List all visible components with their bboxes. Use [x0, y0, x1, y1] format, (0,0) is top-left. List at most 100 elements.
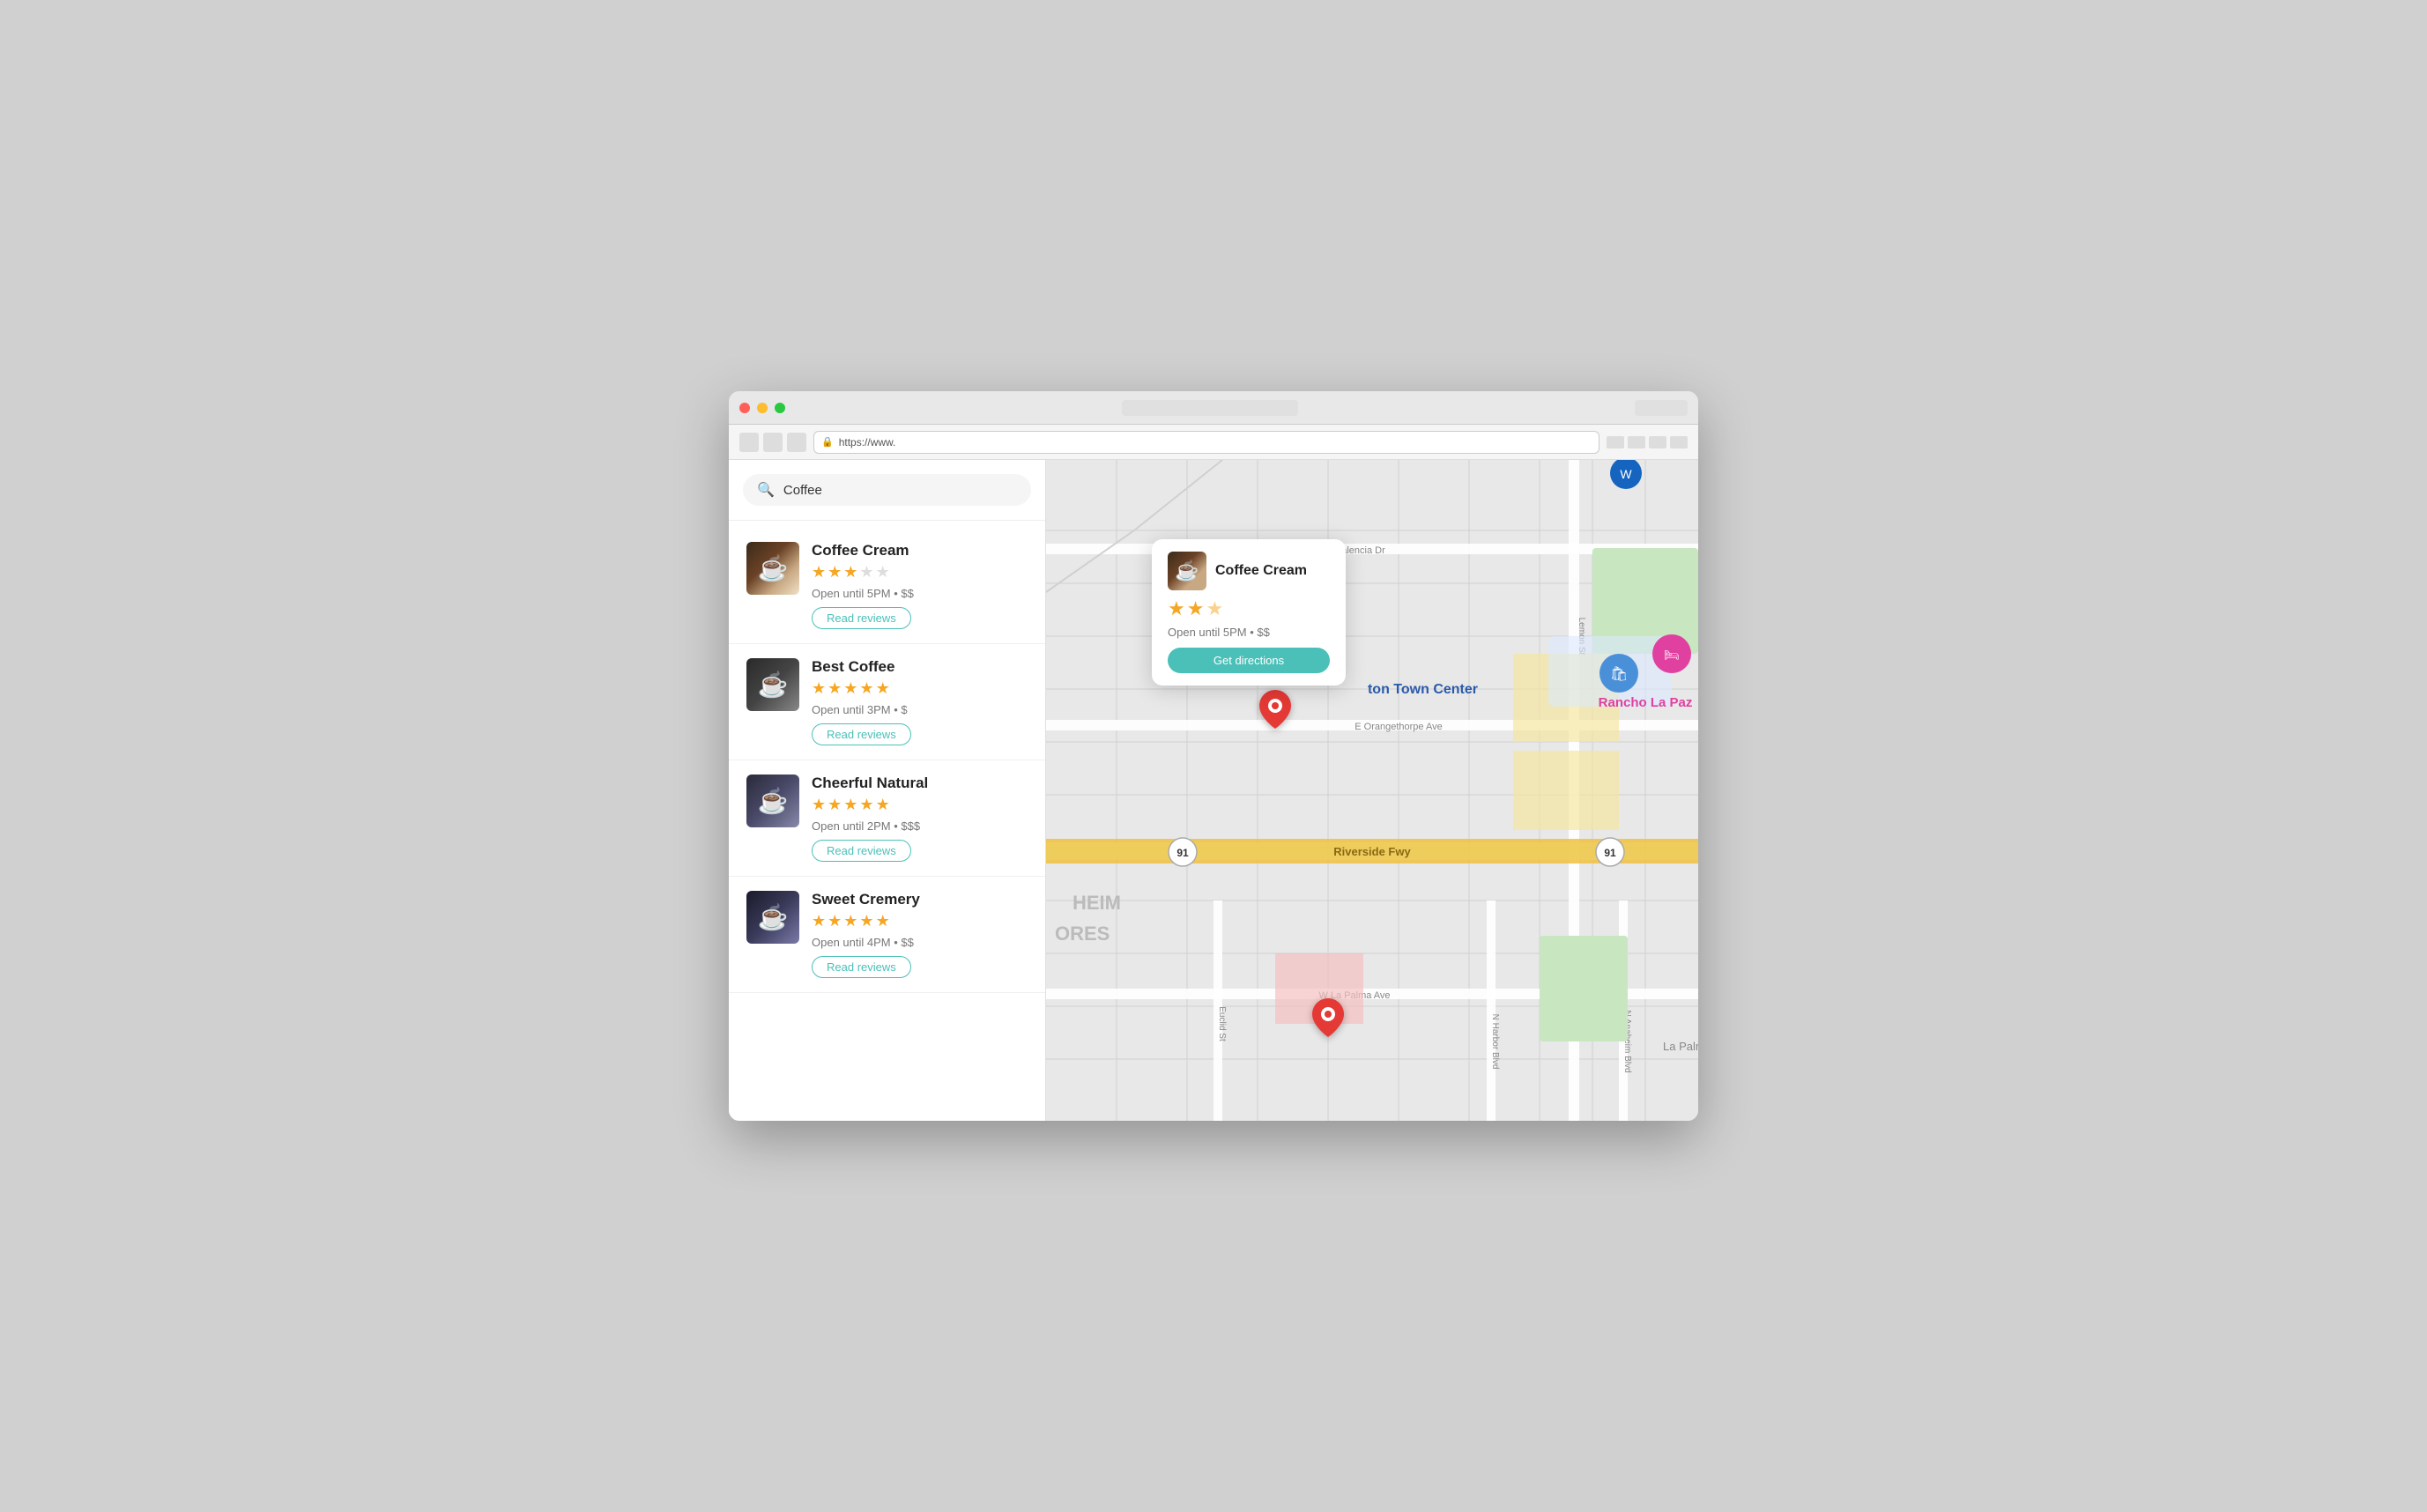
result-info: Sweet Cremery ★ ★ ★ ★ ★ Open until 4PM •…: [812, 891, 1028, 978]
minimize-button[interactable]: [757, 403, 768, 413]
svg-text:91: 91: [1604, 847, 1616, 859]
svg-text:🛍: 🛍: [1610, 666, 1628, 682]
star-2: ★: [828, 796, 842, 814]
svg-text:Euclid St: Euclid St: [1217, 1006, 1227, 1041]
popup-meta: Open until 5PM • $$: [1168, 626, 1330, 639]
close-button[interactable]: [739, 403, 750, 413]
result-name: Sweet Cremery: [812, 891, 1028, 908]
bookmark-button[interactable]: [1628, 436, 1645, 448]
star-2: ★: [828, 563, 842, 582]
read-reviews-button[interactable]: Read reviews: [812, 607, 911, 629]
list-item[interactable]: Cheerful Natural ★ ★ ★ ★ ★ Open until 2P…: [729, 760, 1045, 877]
svg-text:HEIM: HEIM: [1072, 892, 1121, 914]
result-name: Cheerful Natural: [812, 775, 1028, 792]
lock-icon: 🔒: [821, 436, 834, 448]
nav-buttons: [739, 433, 806, 452]
svg-text:La Palma: La Palma: [1663, 1040, 1698, 1053]
star-1: ★: [812, 563, 826, 582]
result-thumbnail: [746, 658, 799, 711]
svg-text:N Harbor Blvd: N Harbor Blvd: [1490, 1014, 1500, 1070]
result-meta: Open until 3PM • $: [812, 703, 1028, 716]
popup-header: Coffee Cream: [1168, 552, 1330, 590]
star-4: ★: [859, 796, 873, 814]
svg-text:W: W: [1620, 467, 1632, 481]
get-directions-button[interactable]: Get directions: [1168, 648, 1330, 673]
tab-button[interactable]: [1649, 436, 1666, 448]
star-3: ★: [843, 563, 857, 582]
popup-star-3: ★: [1206, 597, 1223, 620]
result-thumbnail: [746, 775, 799, 827]
share-button[interactable]: [1607, 436, 1624, 448]
star-rating: ★ ★ ★ ★ ★: [812, 679, 1028, 698]
star-1: ★: [812, 796, 826, 814]
star-rating: ★ ★ ★ ★ ★: [812, 563, 1028, 582]
map-popup: Coffee Cream ★ ★ ★ Open until 5PM • $$ G…: [1152, 539, 1346, 686]
search-input-wrap[interactable]: 🔍: [743, 474, 1031, 506]
svg-text:91: 91: [1176, 847, 1189, 859]
map-pin-2[interactable]: [1312, 998, 1344, 1041]
svg-text:ton Town Center: ton Town Center: [1368, 682, 1478, 697]
star-5: ★: [876, 679, 890, 698]
read-reviews-button[interactable]: Read reviews: [812, 723, 911, 745]
read-reviews-button[interactable]: Read reviews: [812, 840, 911, 862]
result-name: Coffee Cream: [812, 542, 1028, 560]
result-thumbnail: [746, 891, 799, 944]
result-meta: Open until 2PM • $$$: [812, 819, 1028, 833]
star-3: ★: [843, 912, 857, 930]
star-2: ★: [828, 679, 842, 698]
map-area: W Valencia Dr E Orangethorpe Ave Lemon S…: [1046, 460, 1698, 1121]
read-reviews-button[interactable]: Read reviews: [812, 956, 911, 978]
search-icon: 🔍: [757, 481, 775, 499]
result-thumbnail: [746, 542, 799, 595]
result-meta: Open until 5PM • $$: [812, 587, 1028, 600]
browser-window: 🔒 https://www. 🔍: [729, 391, 1698, 1121]
star-4: ★: [859, 563, 873, 582]
browser-content: 🔍 Coffee Cream ★ ★ ★ ★ ★: [729, 460, 1698, 1121]
svg-text:Rancho La Paz: Rancho La Paz: [1599, 695, 1693, 710]
star-3: ★: [843, 679, 857, 698]
popup-name: Coffee Cream: [1215, 563, 1307, 579]
search-input[interactable]: [783, 483, 1017, 498]
svg-text:ORES: ORES: [1055, 923, 1110, 945]
browser-controls: [1607, 436, 1688, 448]
browser-titlebar: [729, 391, 1698, 425]
star-5: ★: [876, 912, 890, 930]
star-rating: ★ ★ ★ ★ ★: [812, 912, 1028, 930]
result-info: Cheerful Natural ★ ★ ★ ★ ★ Open until 2P…: [812, 775, 1028, 862]
star-4: ★: [859, 679, 873, 698]
result-name: Best Coffee: [812, 658, 1028, 676]
menu-button[interactable]: [1670, 436, 1688, 448]
map-pin-1[interactable]: [1259, 690, 1291, 733]
star-2: ★: [828, 912, 842, 930]
svg-text:Riverside Fwy: Riverside Fwy: [1333, 845, 1411, 858]
result-list: Coffee Cream ★ ★ ★ ★ ★ Open until 5PM • …: [729, 521, 1045, 1000]
back-button[interactable]: [739, 433, 759, 452]
list-item[interactable]: Coffee Cream ★ ★ ★ ★ ★ Open until 5PM • …: [729, 528, 1045, 644]
url-text: https://www.: [839, 436, 896, 448]
result-meta: Open until 4PM • $$: [812, 936, 1028, 949]
star-5: ★: [876, 796, 890, 814]
star-3: ★: [843, 796, 857, 814]
popup-thumbnail: [1168, 552, 1206, 590]
star-rating: ★ ★ ★ ★ ★: [812, 796, 1028, 814]
star-4: ★: [859, 912, 873, 930]
result-info: Coffee Cream ★ ★ ★ ★ ★ Open until 5PM • …: [812, 542, 1028, 629]
popup-star-1: ★: [1168, 597, 1185, 620]
popup-star-2: ★: [1187, 597, 1205, 620]
result-info: Best Coffee ★ ★ ★ ★ ★ Open until 3PM • $…: [812, 658, 1028, 745]
reload-button[interactable]: [787, 433, 806, 452]
map-svg: W Valencia Dr E Orangethorpe Ave Lemon S…: [1046, 460, 1698, 1121]
address-bar[interactable]: 🔒 https://www.: [813, 431, 1599, 454]
browser-toolbar: 🔒 https://www.: [729, 425, 1698, 460]
sidebar: 🔍 Coffee Cream ★ ★ ★ ★ ★: [729, 460, 1046, 1121]
star-1: ★: [812, 912, 826, 930]
popup-stars: ★ ★ ★: [1168, 597, 1330, 620]
forward-button[interactable]: [763, 433, 783, 452]
svg-text:🛏: 🛏: [1664, 648, 1680, 662]
search-bar: 🔍: [729, 460, 1045, 521]
list-item[interactable]: Sweet Cremery ★ ★ ★ ★ ★ Open until 4PM •…: [729, 877, 1045, 993]
list-item[interactable]: Best Coffee ★ ★ ★ ★ ★ Open until 3PM • $…: [729, 644, 1045, 760]
maximize-button[interactable]: [775, 403, 785, 413]
star-1: ★: [812, 679, 826, 698]
svg-text:E Orangethorpe Ave: E Orangethorpe Ave: [1355, 722, 1442, 732]
